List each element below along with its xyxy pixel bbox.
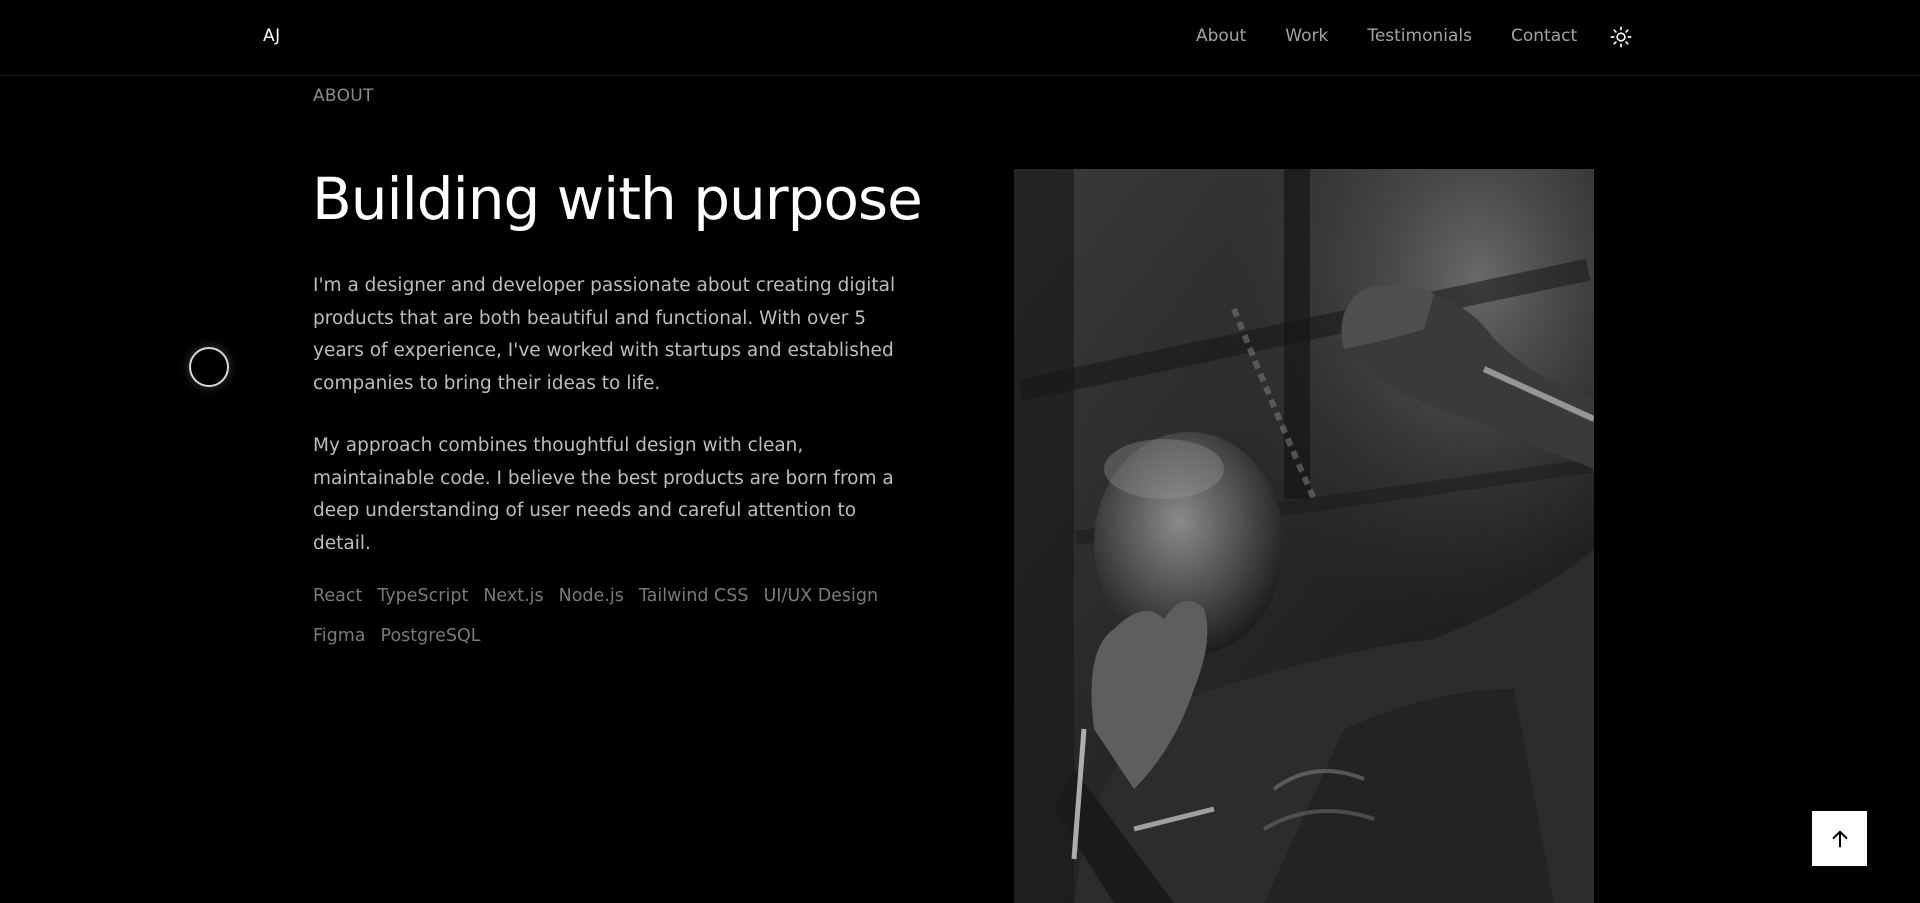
arrow-up-icon xyxy=(1832,830,1847,847)
sun-icon xyxy=(1610,26,1632,48)
skill-tag: Figma xyxy=(313,626,366,646)
portrait-photo xyxy=(1014,169,1594,903)
page-title: Building with purpose xyxy=(312,165,923,233)
theme-toggle-button[interactable] xyxy=(1608,24,1634,50)
skill-tag: Tailwind CSS xyxy=(638,586,749,606)
nav-link-about[interactable]: About xyxy=(1196,26,1246,46)
skill-tag: UI/UX Design xyxy=(763,586,879,606)
skills-list: React TypeScript Next.js Node.js Tailwin… xyxy=(313,584,913,648)
about-paragraph-2: My approach combines thoughtful design w… xyxy=(313,435,894,554)
skill-tag: PostgreSQL xyxy=(380,626,481,646)
nav-link-work[interactable]: Work xyxy=(1285,26,1328,46)
nav-link-contact[interactable]: Contact xyxy=(1511,26,1577,46)
site-logo[interactable]: AJ xyxy=(263,26,281,46)
about-paragraph-1: I'm a designer and developer passionate … xyxy=(313,275,896,394)
skill-tag: Next.js xyxy=(483,586,544,606)
custom-cursor-ring xyxy=(189,347,229,387)
section-label: ABOUT xyxy=(313,86,374,106)
boxer-portrait-photo xyxy=(1014,169,1594,903)
nav-links: About Work Testimonials Contact xyxy=(1196,26,1616,46)
top-navigation: AJ About Work Testimonials Contact xyxy=(0,0,1920,76)
skill-tag: Node.js xyxy=(558,586,624,606)
nav-link-testimonials[interactable]: Testimonials xyxy=(1367,26,1472,46)
skill-tag: React xyxy=(313,586,363,606)
skill-tag: TypeScript xyxy=(377,586,469,606)
back-to-top-button[interactable] xyxy=(1812,811,1867,866)
